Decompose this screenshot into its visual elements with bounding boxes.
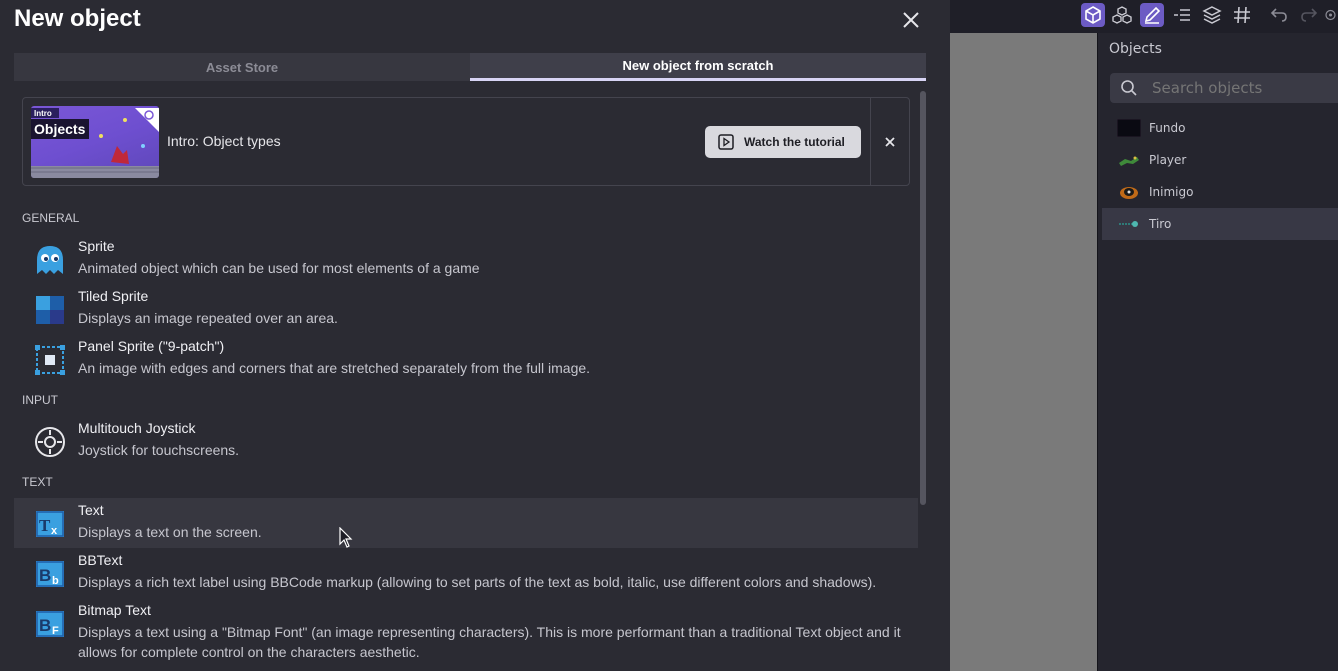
object-type-panel-sprite[interactable]: Panel Sprite ("9-patch") An image with e…: [14, 334, 918, 384]
object-type-description: Displays an image repeated over an area.: [78, 310, 338, 326]
tutorial-title: Intro: Object types: [167, 133, 281, 149]
redo-icon: [1301, 8, 1318, 22]
svg-text:x: x: [51, 525, 58, 537]
undo-icon: [1270, 8, 1287, 22]
object-row-fundo[interactable]: Fundo: [1102, 112, 1338, 144]
grid-icon: [1234, 6, 1250, 24]
list-scrollbar[interactable]: [920, 91, 926, 505]
watch-tutorial-button[interactable]: Watch the tutorial: [705, 126, 861, 158]
layers-button[interactable]: [1200, 3, 1224, 27]
object-row-tiro[interactable]: Tiro: [1102, 208, 1338, 240]
object-type-description: Joystick for touchscreens.: [78, 442, 240, 458]
svg-text:F: F: [52, 625, 59, 637]
watch-tutorial-label: Watch the tutorial: [744, 135, 845, 149]
close-icon[interactable]: [900, 9, 922, 31]
layers-icon: [1202, 6, 1222, 24]
object-type-name: Sprite: [78, 238, 115, 254]
svg-text:b: b: [52, 575, 59, 587]
settings-icon: [1325, 9, 1336, 21]
dialog-tabs: Asset Store New object from scratch: [14, 53, 926, 81]
player-thumbnail: [1119, 156, 1139, 166]
undo-button[interactable]: [1267, 3, 1291, 27]
search-icon: [1121, 80, 1137, 96]
scene-canvas[interactable]: [950, 33, 1097, 671]
joystick-icon: [35, 427, 65, 457]
cubes-icon: [1112, 6, 1132, 24]
bitmap-text-icon: B F: [36, 611, 64, 637]
editor-toolbar: [950, 0, 1338, 33]
object-type-description: Displays a text using a "Bitmap Font" (a…: [78, 624, 901, 660]
object-type-description: Displays a rich text label using BBCode …: [78, 574, 877, 590]
thumb-badge-text: Intro: [34, 109, 52, 118]
objects-search-box[interactable]: [1110, 73, 1338, 103]
section-header-text: TEXT: [22, 475, 53, 489]
cube-icon: [1085, 6, 1101, 24]
object-groups-button[interactable]: [1110, 3, 1134, 27]
objects-panel: Objects Fundo Player Inimigo Tiro: [1097, 33, 1338, 671]
new-object-dialog: New object Asset Store New object from s…: [0, 0, 950, 671]
object-name: Tiro: [1149, 217, 1172, 231]
tab-new-object-from-scratch[interactable]: New object from scratch: [470, 53, 926, 81]
fundo-thumbnail: [1117, 119, 1141, 137]
svg-text:B: B: [39, 566, 51, 585]
instances-list-button[interactable]: [1170, 3, 1194, 27]
object-type-name: Tiled Sprite: [78, 288, 149, 304]
object-type-name: Text: [78, 502, 104, 518]
bbtext-icon: B b: [36, 561, 64, 587]
text-icon: T x: [36, 511, 64, 537]
section-header-general: GENERAL: [22, 211, 80, 225]
properties-button[interactable]: [1140, 3, 1164, 27]
object-name: Inimigo: [1149, 185, 1194, 199]
object-name: Player: [1149, 153, 1187, 167]
panel-sprite-icon: [35, 345, 65, 375]
svg-text:B: B: [39, 616, 51, 635]
object-type-text[interactable]: T x Text Displays a text on the screen.: [14, 498, 918, 548]
card-divider: [870, 98, 871, 185]
objects-toggle-button[interactable]: [1081, 3, 1105, 27]
object-types-list[interactable]: Intro Objects Intro: Object types Watch …: [14, 88, 918, 671]
object-type-name: BBText: [78, 552, 123, 568]
object-type-tiled-sprite[interactable]: Tiled Sprite Displays an image repeated …: [14, 284, 918, 334]
object-type-description: An image with edges and corners that are…: [78, 360, 591, 376]
pencil-icon: [1144, 6, 1161, 24]
inimigo-thumbnail: [1120, 187, 1138, 199]
svg-text:T: T: [39, 516, 51, 535]
play-icon: [718, 134, 734, 150]
objects-search-input[interactable]: [1152, 79, 1338, 97]
object-row-inimigo[interactable]: Inimigo: [1102, 176, 1338, 208]
dialog-title: New object: [14, 5, 141, 32]
object-row-player[interactable]: Player: [1102, 144, 1338, 176]
tiled-sprite-icon: [36, 296, 64, 324]
tiro-thumbnail: [1119, 221, 1138, 227]
mouse-cursor-icon: [339, 527, 353, 548]
tutorial-thumbnail-art: Intro Objects: [31, 108, 159, 178]
object-type-name: Multitouch Joystick: [78, 420, 196, 436]
grid-button[interactable]: [1230, 3, 1254, 27]
dismiss-tutorial-close-icon[interactable]: [883, 135, 897, 149]
redo-button[interactable]: [1297, 3, 1321, 27]
objects-panel-title: Objects: [1109, 41, 1162, 57]
sprite-icon: [37, 246, 63, 274]
object-type-bbtext[interactable]: B b BBText Displays a rich text label us…: [14, 548, 918, 598]
more-button[interactable]: [1323, 3, 1338, 27]
object-type-sprite[interactable]: Sprite Animated object which can be used…: [14, 234, 918, 284]
object-type-bitmap-text[interactable]: B F Bitmap Text Displays a text using a …: [14, 598, 918, 668]
list-icon: [1174, 9, 1190, 21]
object-name: Fundo: [1149, 121, 1186, 135]
object-type-name: Panel Sprite ("9-patch"): [78, 338, 225, 354]
object-type-description: Animated object which can be used for mo…: [78, 260, 480, 276]
object-type-multitouch-joystick[interactable]: Multitouch Joystick Joystick for touchsc…: [14, 416, 918, 466]
section-header-input: INPUT: [22, 393, 58, 407]
object-type-name: Bitmap Text: [78, 602, 151, 618]
thumb-title-text: Objects: [34, 121, 86, 137]
tab-asset-store[interactable]: Asset Store: [14, 53, 470, 81]
tutorial-card: Intro Objects Intro: Object types Watch …: [22, 97, 910, 186]
object-type-description: Displays a text on the screen.: [78, 524, 262, 540]
tutorial-thumbnail[interactable]: Intro Objects: [31, 106, 159, 178]
